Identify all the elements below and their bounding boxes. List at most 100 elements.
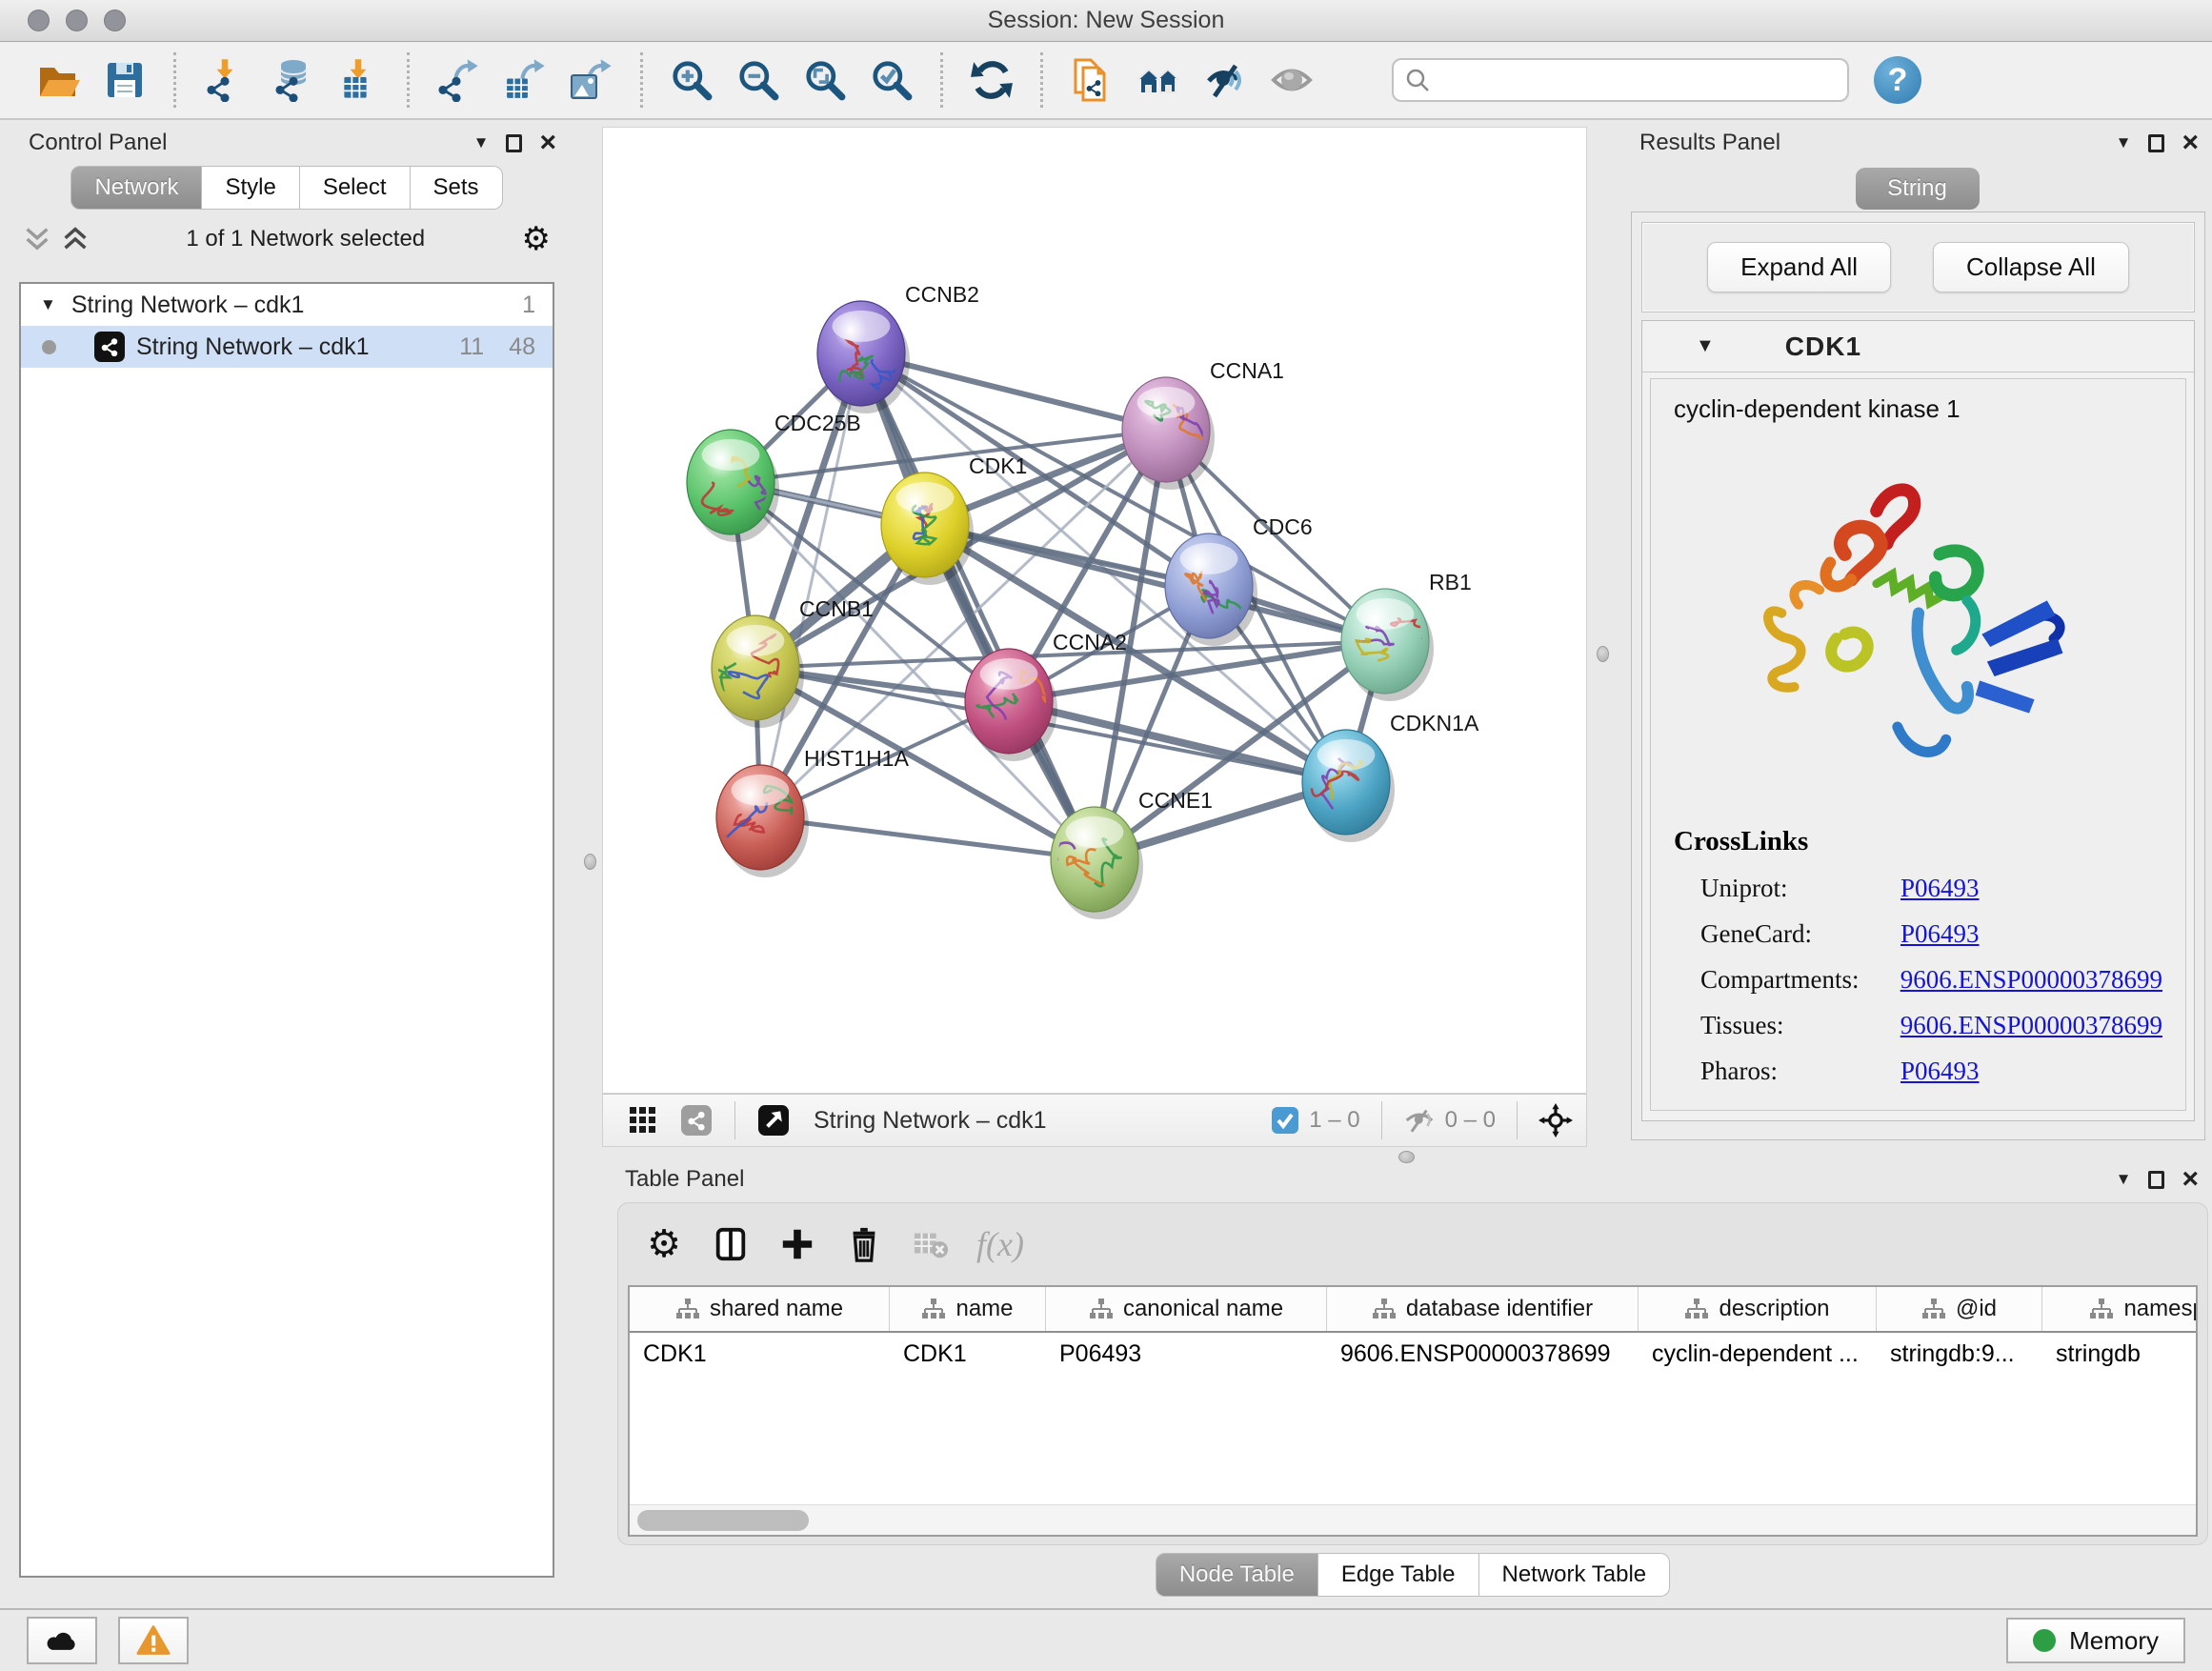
table-row[interactable]: CDK1 CDK1 P06493 9606.ENSP00000378699 cy…: [630, 1333, 2196, 1377]
import-network-from-database-icon[interactable]: [265, 53, 318, 107]
collection-expand-icon[interactable]: ▼: [40, 295, 56, 314]
toolbar-separator: [173, 52, 176, 108]
view-share-icon[interactable]: [677, 1101, 715, 1139]
cloud-status-button[interactable]: [27, 1617, 97, 1664]
tab-network-table[interactable]: Network Table: [1479, 1553, 1671, 1597]
tab-select[interactable]: Select: [300, 166, 411, 210]
network-node-RB1[interactable]: RB1: [1341, 570, 1472, 701]
node-label-CDKN1A: CDKN1A: [1390, 711, 1479, 735]
open-session-icon[interactable]: [31, 53, 85, 107]
cdk1-entry-header[interactable]: ▼ CDK1: [1642, 321, 2194, 372]
warning-status-button[interactable]: [118, 1617, 189, 1664]
cell-canonical-name[interactable]: P06493: [1046, 1333, 1327, 1377]
panel-float-icon[interactable]: [2148, 1171, 2164, 1189]
network-node-CDKN1A[interactable]: CDKN1A: [1302, 711, 1479, 842]
panel-menu-icon[interactable]: ▼: [2116, 133, 2132, 152]
bottom-splitter-grip[interactable]: [1398, 1151, 1415, 1163]
change-species-icon[interactable]: [1132, 53, 1185, 107]
column-header-namespace[interactable]: namespace: [2042, 1287, 2198, 1331]
crosslink-genecard-link[interactable]: P06493: [1900, 919, 1980, 949]
view-indicator-icon: [42, 340, 56, 354]
tab-edge-table[interactable]: Edge Table: [1318, 1553, 1479, 1597]
panel-float-icon[interactable]: [2148, 134, 2164, 152]
zoom-selected-region-icon[interactable]: [865, 53, 918, 107]
string-network-view[interactable]: CCNB2CCNA1CDC25BCDK1CDC6RB1CCNB1CCNA2CDK…: [603, 128, 1586, 1093]
zoom-out-icon[interactable]: [732, 53, 785, 107]
tab-style[interactable]: Style: [202, 166, 299, 210]
column-header-description[interactable]: description: [1639, 1287, 1877, 1331]
crosslink-label: Pharos:: [1700, 1057, 1900, 1086]
memory-button[interactable]: Memory: [2006, 1618, 2185, 1663]
cell-namespace[interactable]: stringdb: [2042, 1333, 2198, 1377]
expand-all-networks-icon[interactable]: [61, 225, 90, 253]
save-session-icon[interactable]: [98, 53, 151, 107]
search-field[interactable]: [1392, 58, 1849, 102]
crosslink-compartments-link[interactable]: 9606.ENSP00000378699: [1900, 965, 2162, 995]
zoom-fit-content-icon[interactable]: [798, 53, 852, 107]
entry-collapse-icon[interactable]: ▼: [1696, 335, 1715, 357]
delete-column-icon[interactable]: [843, 1223, 885, 1265]
crosslink-tissues-link[interactable]: 9606.ENSP00000378699: [1900, 1011, 2162, 1040]
column-header-database-identifier[interactable]: database identifier: [1327, 1287, 1639, 1331]
crosslink-pharos-link[interactable]: P06493: [1900, 1057, 1980, 1086]
horizontal-scrollbar[interactable]: [630, 1504, 2196, 1535]
network-options-gear-icon[interactable]: ⚙: [522, 225, 551, 253]
node-label-RB1: RB1: [1429, 570, 1472, 594]
column-header-canonical-name[interactable]: canonical name: [1046, 1287, 1327, 1331]
network-collection-row[interactable]: ▼ String Network – cdk1 1: [21, 284, 553, 326]
hidden-eye-icon[interactable]: [1403, 1106, 1436, 1135]
panel-menu-icon[interactable]: ▼: [2116, 1170, 2132, 1189]
crosslink-uniprot-link[interactable]: P06493: [1900, 874, 1980, 903]
search-input[interactable]: [1430, 66, 1836, 94]
panel-close-icon[interactable]: ×: [539, 133, 556, 152]
cell-id[interactable]: stringdb:9...: [1877, 1333, 2042, 1377]
network-canvas[interactable]: CCNB2CCNA1CDC25BCDK1CDC6RB1CCNB1CCNA2CDK…: [602, 127, 1587, 1094]
view-grid-icon[interactable]: [624, 1101, 662, 1139]
tab-network[interactable]: Network: [70, 166, 202, 210]
table-options-gear-icon[interactable]: ⚙: [643, 1223, 685, 1265]
column-header-name[interactable]: name: [890, 1287, 1046, 1331]
glass-eye-icon[interactable]: [1265, 53, 1318, 107]
tab-sets[interactable]: Sets: [411, 166, 503, 210]
panel-menu-icon[interactable]: ▼: [473, 133, 490, 152]
left-splitter-grip[interactable]: [584, 854, 596, 870]
collapse-all-button[interactable]: Collapse All: [1933, 242, 2129, 292]
refresh-network-icon[interactable]: [965, 53, 1018, 107]
export-table-icon[interactable]: [498, 53, 552, 107]
network-row-selected[interactable]: String Network – cdk1 11 48: [21, 326, 553, 368]
import-table-from-file-icon[interactable]: [332, 53, 385, 107]
copy-style-icon[interactable]: [1065, 53, 1118, 107]
panel-close-icon[interactable]: ×: [2182, 133, 2199, 152]
tab-node-table[interactable]: Node Table: [1156, 1553, 1318, 1597]
export-network-icon[interactable]: [432, 53, 485, 107]
network-node-CCNA1[interactable]: CCNA1: [1122, 358, 1284, 490]
selected-checkbox-icon[interactable]: [1271, 1106, 1299, 1135]
toolbar-separator: [940, 52, 943, 108]
cell-shared-name[interactable]: CDK1: [630, 1333, 890, 1377]
right-splitter-grip[interactable]: [1597, 646, 1609, 662]
collapse-all-networks-icon[interactable]: [23, 225, 51, 253]
network-node-HIST1H1A[interactable]: HIST1H1A: [711, 746, 910, 877]
scrollbar-thumb[interactable]: [637, 1510, 809, 1531]
create-column-icon[interactable]: [776, 1223, 818, 1265]
expand-all-button[interactable]: Expand All: [1707, 242, 1891, 292]
column-header-shared-name[interactable]: shared name: [630, 1287, 890, 1331]
cell-database-identifier[interactable]: 9606.ENSP00000378699: [1327, 1333, 1639, 1377]
network-node-CCNB2[interactable]: CCNB2: [817, 282, 979, 413]
help-icon[interactable]: ?: [1874, 56, 1921, 104]
import-network-from-file-icon[interactable]: [198, 53, 251, 107]
pan-crosshair-icon[interactable]: [1538, 1103, 1573, 1137]
panel-float-icon[interactable]: [506, 134, 522, 152]
crosslink-label: Tissues:: [1700, 1011, 1900, 1040]
cell-name[interactable]: CDK1: [890, 1333, 1046, 1377]
node-label-CDK1: CDK1: [969, 453, 1027, 478]
cell-description[interactable]: cyclin-dependent ...: [1639, 1333, 1877, 1377]
show-columns-icon[interactable]: [710, 1223, 752, 1265]
birds-eye-view-icon[interactable]: [754, 1101, 793, 1139]
panel-close-icon[interactable]: ×: [2182, 1170, 2199, 1189]
tab-string[interactable]: String: [1856, 168, 1980, 210]
export-image-icon[interactable]: [565, 53, 618, 107]
show-hide-graphics-details-icon[interactable]: [1198, 53, 1252, 107]
zoom-in-icon[interactable]: [665, 53, 718, 107]
column-header-id[interactable]: @id: [1877, 1287, 2042, 1331]
